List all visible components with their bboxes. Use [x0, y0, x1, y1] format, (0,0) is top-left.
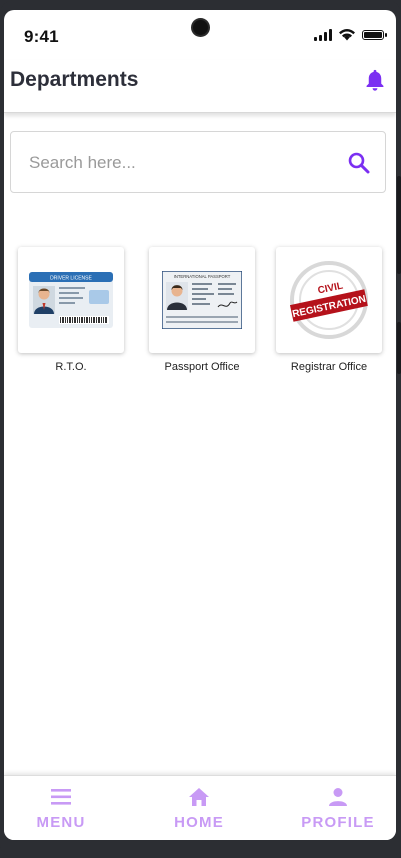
nav-item-profile[interactable]: PROFILE: [283, 786, 393, 831]
front-camera: [193, 20, 208, 35]
department-tile-rto[interactable]: DRIVER LICENSE R.T.O.: [18, 247, 124, 373]
person-icon: [329, 788, 347, 806]
nav-label: MENU: [36, 814, 86, 831]
department-label: R.T.O.: [55, 361, 87, 373]
department-card[interactable]: CIVIL REGISTRATION: [276, 247, 382, 353]
driver-license-image: DRIVER LICENSE: [29, 272, 113, 328]
signal-icon: [314, 28, 332, 41]
nav-label: PROFILE: [301, 814, 375, 831]
page-title: Departments: [10, 68, 139, 91]
app-bar: Departments: [4, 60, 396, 113]
status-bar: 9:41: [4, 10, 396, 60]
battery-icon: [362, 29, 387, 40]
nav-item-menu[interactable]: MENU: [6, 786, 116, 831]
phone-frame: 9:41 Departments Search here... DRIVER L…: [0, 0, 401, 858]
app-screen: 9:41 Departments Search here... DRIVER L…: [4, 10, 396, 840]
department-label: Passport Office: [164, 361, 240, 373]
search-icon[interactable]: [347, 151, 371, 175]
status-icons: [314, 28, 387, 41]
license-card-title: DRIVER LICENSE: [50, 276, 92, 282]
volume-button: [397, 176, 401, 274]
department-tile-passport[interactable]: INTERNATIONAL PASSPORT Passport Office: [149, 247, 255, 373]
nav-item-home[interactable]: HOME: [144, 786, 254, 831]
home-icon: [189, 788, 209, 806]
power-button: [397, 322, 401, 374]
search-input[interactable]: [27, 132, 331, 194]
status-time: 9:41: [24, 27, 59, 46]
menu-icon: [51, 789, 71, 805]
passport-image: INTERNATIONAL PASSPORT: [162, 271, 242, 329]
department-card[interactable]: INTERNATIONAL PASSPORT: [149, 247, 255, 353]
department-card[interactable]: DRIVER LICENSE: [18, 247, 124, 353]
stamp-top-text: CIVIL: [317, 281, 344, 297]
bottom-navigation: MENU HOME PROFILE: [4, 775, 396, 840]
nav-label: HOME: [174, 814, 224, 831]
civil-registration-stamp-image: CIVIL REGISTRATION: [289, 261, 368, 339]
passport-card-title: INTERNATIONAL PASSPORT: [174, 274, 231, 279]
department-label: Registrar Office: [290, 361, 368, 373]
department-tile-registrar[interactable]: CIVIL REGISTRATION Registrar Office: [276, 247, 382, 373]
wifi-icon: [339, 29, 355, 41]
search-box: [10, 131, 386, 194]
bell-icon[interactable]: [364, 68, 386, 92]
